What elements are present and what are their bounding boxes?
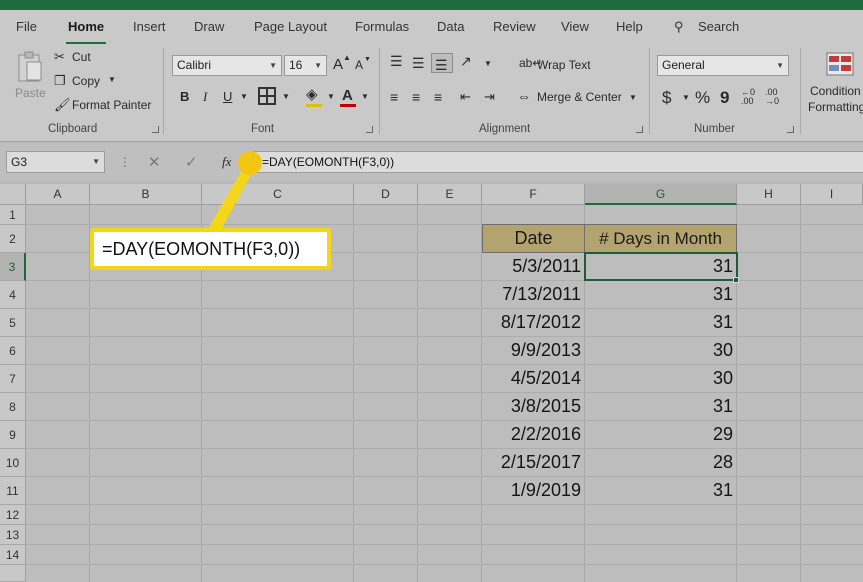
callout-dot [238,151,262,175]
formula-callout: =DAY(EOMONTH(F3,0)) [90,228,331,270]
callout-text: =DAY(EOMONTH(F3,0)) [94,232,327,266]
callout-pointer [206,163,256,232]
